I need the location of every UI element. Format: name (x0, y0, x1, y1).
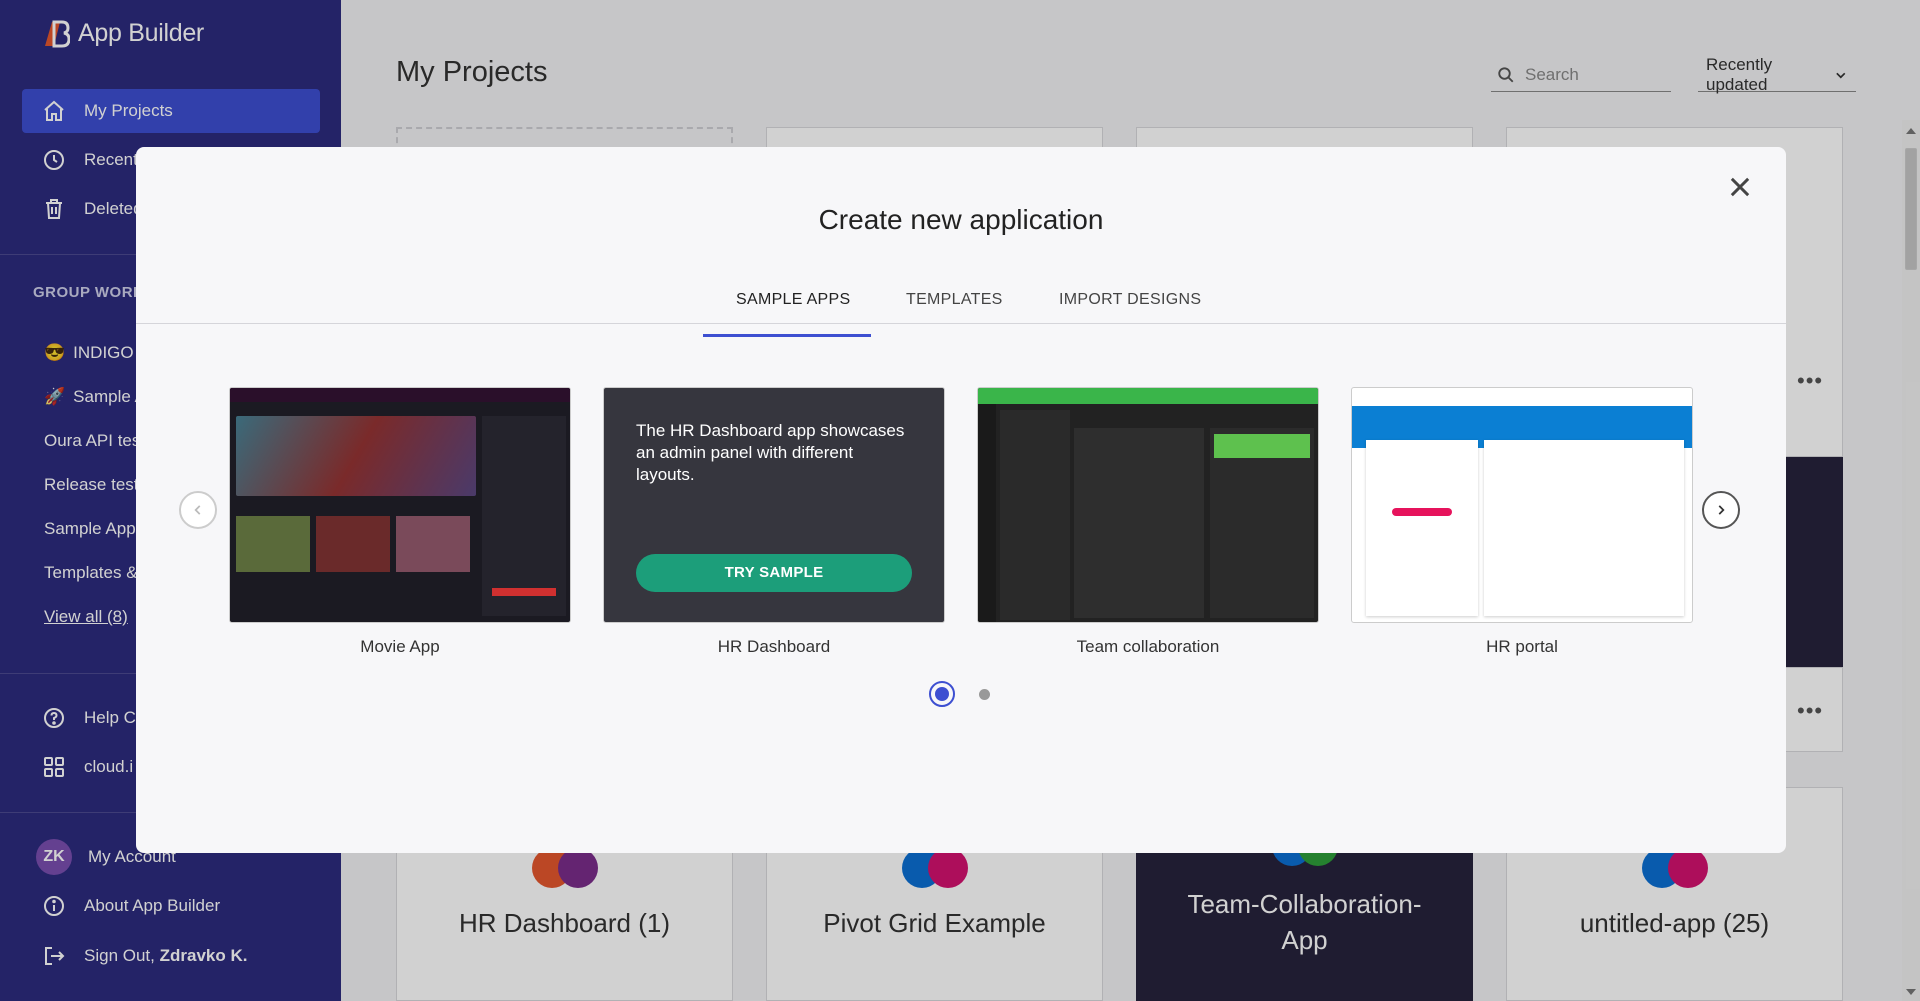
sample-thumbnail[interactable] (977, 387, 1319, 623)
sample-hover-overlay: The HR Dashboard app showcases an admin … (604, 388, 944, 622)
sample-team-collaboration[interactable]: Team collaboration (977, 387, 1319, 657)
tab-import-designs[interactable]: IMPORT DESIGNS (1059, 291, 1201, 309)
sample-description: The HR Dashboard app showcases an admin … (636, 421, 905, 484)
sample-label: Movie App (360, 637, 440, 656)
sample-movie-app[interactable]: Movie App (229, 387, 571, 657)
tab-bar: SAMPLE APPS TEMPLATES IMPORT DESIGNS (136, 267, 1786, 324)
tab-sample-apps[interactable]: SAMPLE APPS (736, 291, 850, 309)
sample-thumbnail[interactable] (1351, 387, 1693, 623)
sample-label: HR portal (1486, 637, 1558, 656)
carousel-next-button[interactable] (1702, 491, 1740, 529)
sample-thumbnail[interactable]: The HR Dashboard app showcases an admin … (603, 387, 945, 623)
tab-templates[interactable]: TEMPLATES (906, 291, 1003, 309)
active-tab-indicator (703, 334, 871, 337)
sample-thumbnail[interactable] (229, 387, 571, 623)
close-icon[interactable] (1726, 173, 1754, 201)
chevron-left-icon (194, 505, 201, 515)
carousel-prev-button[interactable] (179, 491, 217, 529)
sample-label: HR Dashboard (717, 637, 831, 656)
sample-hr-dashboard[interactable]: The HR Dashboard app showcases an admin … (603, 387, 945, 657)
chevron-right-icon (1718, 505, 1725, 515)
sample-hr-portal[interactable]: HR portal (1351, 387, 1693, 657)
dialog-title: Create new application (818, 204, 1104, 235)
pager-dot-active[interactable] (929, 681, 955, 707)
pager-dot[interactable] (979, 688, 990, 700)
create-app-dialog: Create new application SAMPLE APPS TEMPL… (136, 147, 1786, 853)
carousel-pager (929, 681, 990, 707)
try-sample-button[interactable]: TRY SAMPLE (636, 554, 912, 592)
sample-label: Team collaboration (1076, 637, 1220, 656)
